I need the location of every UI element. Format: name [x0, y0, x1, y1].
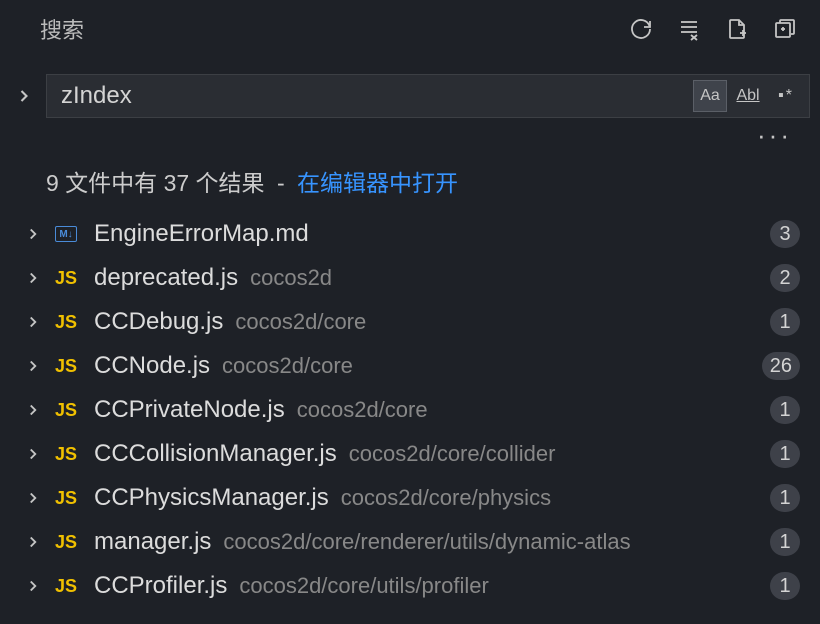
file-path: cocos2d/core/utils/profiler	[239, 573, 488, 599]
results-summary: 9 文件中有 37 个结果 - 在编辑器中打开	[0, 146, 820, 212]
summary-dash: -	[277, 170, 285, 196]
panel-header: 搜索	[0, 0, 820, 58]
file-path: cocos2d/core	[222, 353, 353, 379]
header-actions	[626, 14, 800, 44]
file-name: manager.js	[94, 528, 211, 556]
regex-toggle[interactable]: ▪*	[769, 80, 803, 112]
clear-search-icon[interactable]	[674, 14, 704, 44]
panel-title: 搜索	[40, 13, 84, 45]
search-options: Aa Abl ▪*	[693, 80, 803, 112]
file-path: cocos2d/core	[297, 397, 428, 423]
chevron-right-icon	[24, 269, 44, 287]
search-input[interactable]	[61, 82, 693, 110]
result-row[interactable]: JS manager.js cocos2d/core/renderer/utils/…	[0, 520, 820, 564]
file-name: CCCollisionManager.js	[94, 440, 337, 468]
match-count-badge: 1	[770, 528, 800, 556]
chevron-right-icon	[24, 357, 44, 375]
js-file-icon: JS	[48, 488, 84, 509]
js-file-icon: JS	[48, 532, 84, 553]
chevron-right-icon	[24, 533, 44, 551]
result-row[interactable]: JS CCPrivateNode.js cocos2d/core 1	[0, 388, 820, 432]
match-case-toggle[interactable]: Aa	[693, 80, 727, 112]
match-count-badge: 1	[770, 572, 800, 600]
file-name: CCNode.js	[94, 352, 210, 380]
file-name: EngineErrorMap.md	[94, 220, 309, 248]
open-in-editor-link[interactable]: 在编辑器中打开	[297, 170, 458, 196]
whole-word-toggle[interactable]: Abl	[731, 80, 765, 112]
match-count-badge: 26	[762, 352, 800, 380]
result-row[interactable]: JS CCPhysicsManager.js cocos2d/core/physic…	[0, 476, 820, 520]
result-row[interactable]: JS deprecated.js cocos2d 2	[0, 256, 820, 300]
match-count-badge: 2	[770, 264, 800, 292]
result-row[interactable]: JS CCCollisionManager.js cocos2d/core/coll…	[0, 432, 820, 476]
file-name: deprecated.js	[94, 264, 238, 292]
result-row[interactable]: JS CCProfiler.js cocos2d/core/utils/profil…	[0, 564, 820, 608]
refresh-icon[interactable]	[626, 14, 656, 44]
more-options-row: ···	[0, 124, 820, 146]
chevron-right-icon	[24, 313, 44, 331]
js-file-icon: JS	[48, 444, 84, 465]
chevron-right-icon	[24, 489, 44, 507]
js-file-icon: JS	[48, 400, 84, 421]
file-path: cocos2d/core/renderer/utils/dynamic-atla…	[223, 529, 630, 555]
file-name: CCPhysicsManager.js	[94, 484, 329, 512]
match-count-badge: 1	[770, 396, 800, 424]
file-name: CCPrivateNode.js	[94, 396, 285, 424]
chevron-right-icon	[24, 445, 44, 463]
results-count-text: 9 文件中有 37 个结果	[46, 170, 265, 196]
file-path: cocos2d/core/collider	[349, 441, 556, 467]
result-row[interactable]: JS CCDebug.js cocos2d/core 1	[0, 300, 820, 344]
search-input-wrap: Aa Abl ▪*	[46, 74, 810, 118]
match-count-badge: 1	[770, 440, 800, 468]
open-editors-icon[interactable]	[770, 14, 800, 44]
file-name: CCDebug.js	[94, 308, 223, 336]
search-row: Aa Abl ▪*	[0, 58, 820, 124]
toggle-replace-icon[interactable]	[10, 74, 38, 118]
file-path: cocos2d/core	[235, 309, 366, 335]
ellipsis-icon[interactable]: ···	[757, 130, 792, 146]
results-list: M↓ EngineErrorMap.md 3 JS deprecated.js cocos…	[0, 212, 820, 616]
chevron-right-icon	[24, 225, 44, 243]
file-path: cocos2d/core/physics	[341, 485, 551, 511]
match-count-badge: 1	[770, 308, 800, 336]
js-file-icon: JS	[48, 356, 84, 377]
js-file-icon: JS	[48, 312, 84, 333]
js-file-icon: JS	[48, 268, 84, 289]
match-count-badge: 1	[770, 484, 800, 512]
new-file-icon[interactable]	[722, 14, 752, 44]
md-file-icon: M↓	[48, 226, 84, 242]
match-count-badge: 3	[770, 220, 800, 248]
chevron-right-icon	[24, 577, 44, 595]
chevron-right-icon	[24, 401, 44, 419]
result-row[interactable]: M↓ EngineErrorMap.md 3	[0, 212, 820, 256]
file-name: CCProfiler.js	[94, 572, 227, 600]
file-path: cocos2d	[250, 265, 332, 291]
js-file-icon: JS	[48, 576, 84, 597]
result-row[interactable]: JS CCNode.js cocos2d/core 26	[0, 344, 820, 388]
